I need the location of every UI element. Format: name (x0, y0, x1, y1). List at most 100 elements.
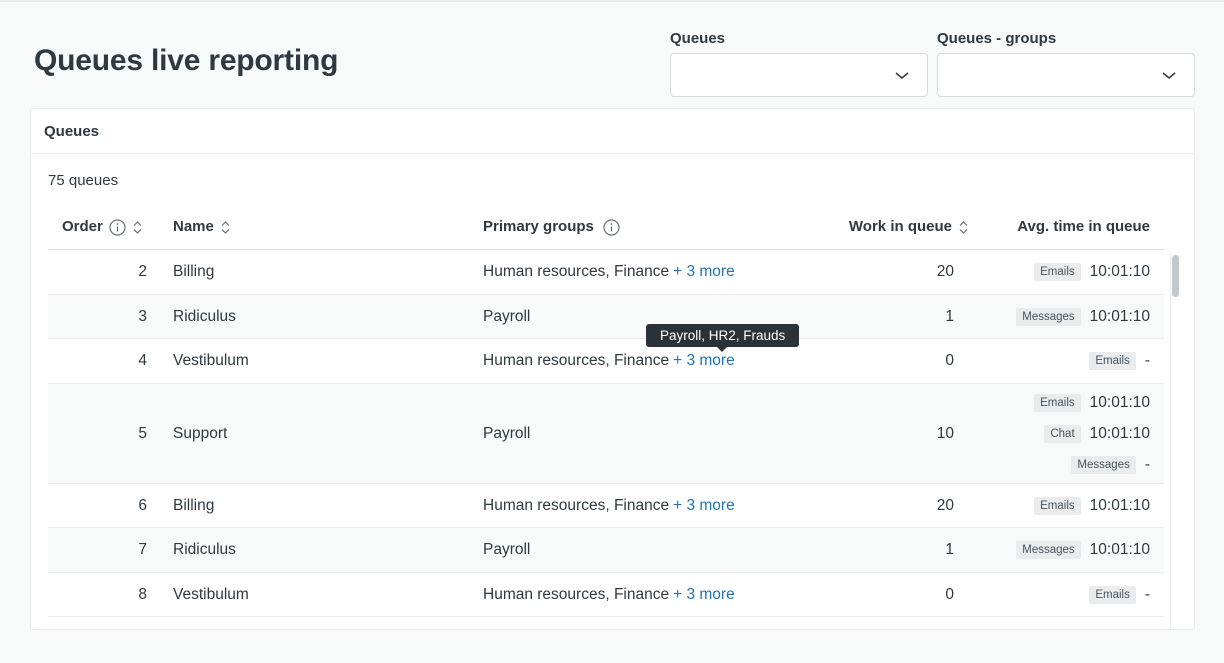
primary-groups-cell: Human resources, Finance + 3 more (483, 250, 735, 294)
primary-groups-text: Human resources, Finance (483, 352, 670, 369)
primary-groups-cell: Payroll (483, 528, 530, 572)
column-header-name-label: Name (173, 218, 214, 235)
work-in-queue-cell: 20 (936, 263, 954, 280)
order-cell: 2 (138, 263, 147, 280)
chevron-down-icon (1162, 72, 1176, 79)
avg-time-value: 10:01:10 (1089, 424, 1150, 442)
name-cell: Support (173, 424, 228, 442)
channel-badge: Emails (1034, 496, 1081, 515)
name-cell: Vestibulum (173, 352, 249, 369)
avg-time-cell: Emails 10:01:10 (1034, 250, 1150, 294)
name-cell: Ridiculus (173, 541, 236, 558)
work-in-queue-cell: 1 (945, 307, 954, 325)
sort-icon[interactable] (958, 220, 969, 235)
top-divider (0, 0, 1224, 2)
channel-badge: Emails (1034, 263, 1081, 281)
info-icon[interactable] (603, 218, 620, 236)
table-row: 4 Vestibulum Human resources, Finance + … (48, 339, 1164, 384)
avg-time-entry: Chat 10:01:10 (1044, 422, 1150, 445)
more-groups-link[interactable]: + 3 more (673, 586, 735, 604)
column-header-order-label: Order (62, 218, 103, 235)
primary-groups-cell: Human resources, Finance + 3 more (483, 484, 735, 527)
column-header-order[interactable]: Order (62, 204, 143, 250)
order-cell: 8 (138, 585, 147, 603)
sort-icon[interactable] (220, 220, 231, 235)
queues-groups-filter-label: Queues - groups (937, 30, 1057, 47)
primary-groups-cell: Payroll (483, 295, 530, 338)
work-in-queue-cell: 0 (945, 585, 954, 603)
sort-icon[interactable] (132, 220, 143, 235)
tooltip-text: Payroll, HR2, Frauds (660, 328, 786, 343)
order-cell: 6 (138, 496, 147, 514)
queues-card: Queues 75 queues Order Name Primary grou… (30, 108, 1195, 630)
column-header-work-in-queue[interactable]: Work in queue (849, 204, 969, 250)
channel-badge: Emails (1034, 393, 1081, 412)
primary-groups-text: Human resources, Finance (483, 263, 670, 280)
groups-tooltip: Payroll, HR2, Frauds (646, 324, 800, 352)
queues-filter-label: Queues (670, 30, 726, 47)
avg-time-value: 10:01:10 (1089, 496, 1150, 514)
avg-time-cell: Emails 10:01:10 Chat 10:01:10 Messages - (1034, 384, 1150, 483)
work-in-queue-cell: 20 (936, 496, 954, 514)
column-header-primary-groups-label: Primary groups (483, 218, 594, 235)
order-cell: 3 (138, 307, 147, 325)
avg-time-value: - (1144, 455, 1150, 473)
channel-badge: Chat (1044, 424, 1081, 443)
table-header: Order Name Primary groups Work in queue … (48, 204, 1164, 250)
avg-time-cell: Emails 10:01:10 (1034, 484, 1150, 527)
card-title: Queues (31, 109, 1194, 154)
scrollbar-track[interactable] (1170, 253, 1184, 629)
name-cell: Billing (173, 496, 215, 514)
primary-groups-text: Payroll (483, 424, 531, 442)
avg-time-entry: Emails 10:01:10 (1034, 261, 1150, 284)
avg-time-value: 10:01:10 (1089, 393, 1150, 411)
name-cell: Vestibulum (173, 585, 249, 603)
avg-time-entry: Messages - (1071, 453, 1150, 476)
work-in-queue-cell: 10 (936, 424, 954, 442)
primary-groups-text: Payroll (483, 541, 531, 558)
queues-select[interactable] (670, 53, 928, 97)
avg-time-entry: Messages 10:01:10 (1016, 539, 1150, 562)
more-groups-link[interactable]: + 3 more (673, 263, 735, 281)
column-header-work-in-queue-label: Work in queue (848, 218, 952, 235)
primary-groups-text: Human resources, Finance (483, 496, 670, 514)
column-header-primary-groups: Primary groups (483, 204, 620, 250)
order-cell: 7 (138, 541, 147, 558)
primary-groups-cell: Human resources, Finance + 3 more (483, 573, 735, 616)
table-row: 8 Vestibulum Human resources, Finance + … (48, 573, 1164, 617)
channel-badge: Emails (1089, 585, 1136, 604)
channel-badge: Messages (1016, 541, 1081, 559)
work-in-queue-cell: 1 (945, 541, 954, 558)
queues-groups-filter: Queues - groups (937, 30, 1195, 97)
scrollbar-thumb[interactable] (1172, 255, 1179, 297)
column-header-avg-time-label: Avg. time in queue (1017, 218, 1150, 235)
table-body: 2 Billing Human resources, Finance + 3 m… (48, 250, 1164, 617)
chevron-down-icon (895, 72, 909, 79)
avg-time-cell: Emails - (1089, 573, 1150, 616)
avg-time-entry: Emails - (1089, 583, 1150, 606)
order-cell: 4 (138, 352, 147, 369)
page-title: Queues live reporting (34, 44, 339, 77)
avg-time-cell: Emails - (1089, 339, 1150, 383)
primary-groups-text: Human resources, Finance (483, 585, 670, 603)
avg-time-entry: Messages 10:01:10 (1016, 305, 1150, 328)
avg-time-entry: Emails 10:01:10 (1034, 494, 1150, 517)
column-header-name[interactable]: Name (173, 204, 231, 250)
avg-time-value: 10:01:10 (1089, 541, 1150, 558)
work-in-queue-cell: 0 (945, 352, 954, 369)
info-icon[interactable] (109, 218, 126, 236)
table-row: 7 Ridiculus Payroll 1 Messages 10:01:10 (48, 528, 1164, 573)
queue-count: 75 queues (48, 172, 119, 189)
more-groups-link[interactable]: + 3 more (673, 352, 735, 370)
queues-groups-select[interactable] (937, 53, 1195, 97)
more-groups-link[interactable]: + 3 more (673, 497, 735, 515)
order-cell: 5 (138, 424, 147, 442)
avg-time-value: - (1144, 585, 1150, 603)
queues-filter: Queues (670, 30, 928, 97)
column-header-avg-time: Avg. time in queue (1017, 204, 1150, 250)
table-row: 5 Support Payroll 10 Emails 10:01:10 Cha… (48, 384, 1164, 484)
avg-time-cell: Messages 10:01:10 (1016, 528, 1150, 572)
avg-time-value: 10:01:10 (1089, 263, 1150, 280)
primary-groups-text: Payroll (483, 307, 531, 325)
table-row: 2 Billing Human resources, Finance + 3 m… (48, 250, 1164, 295)
